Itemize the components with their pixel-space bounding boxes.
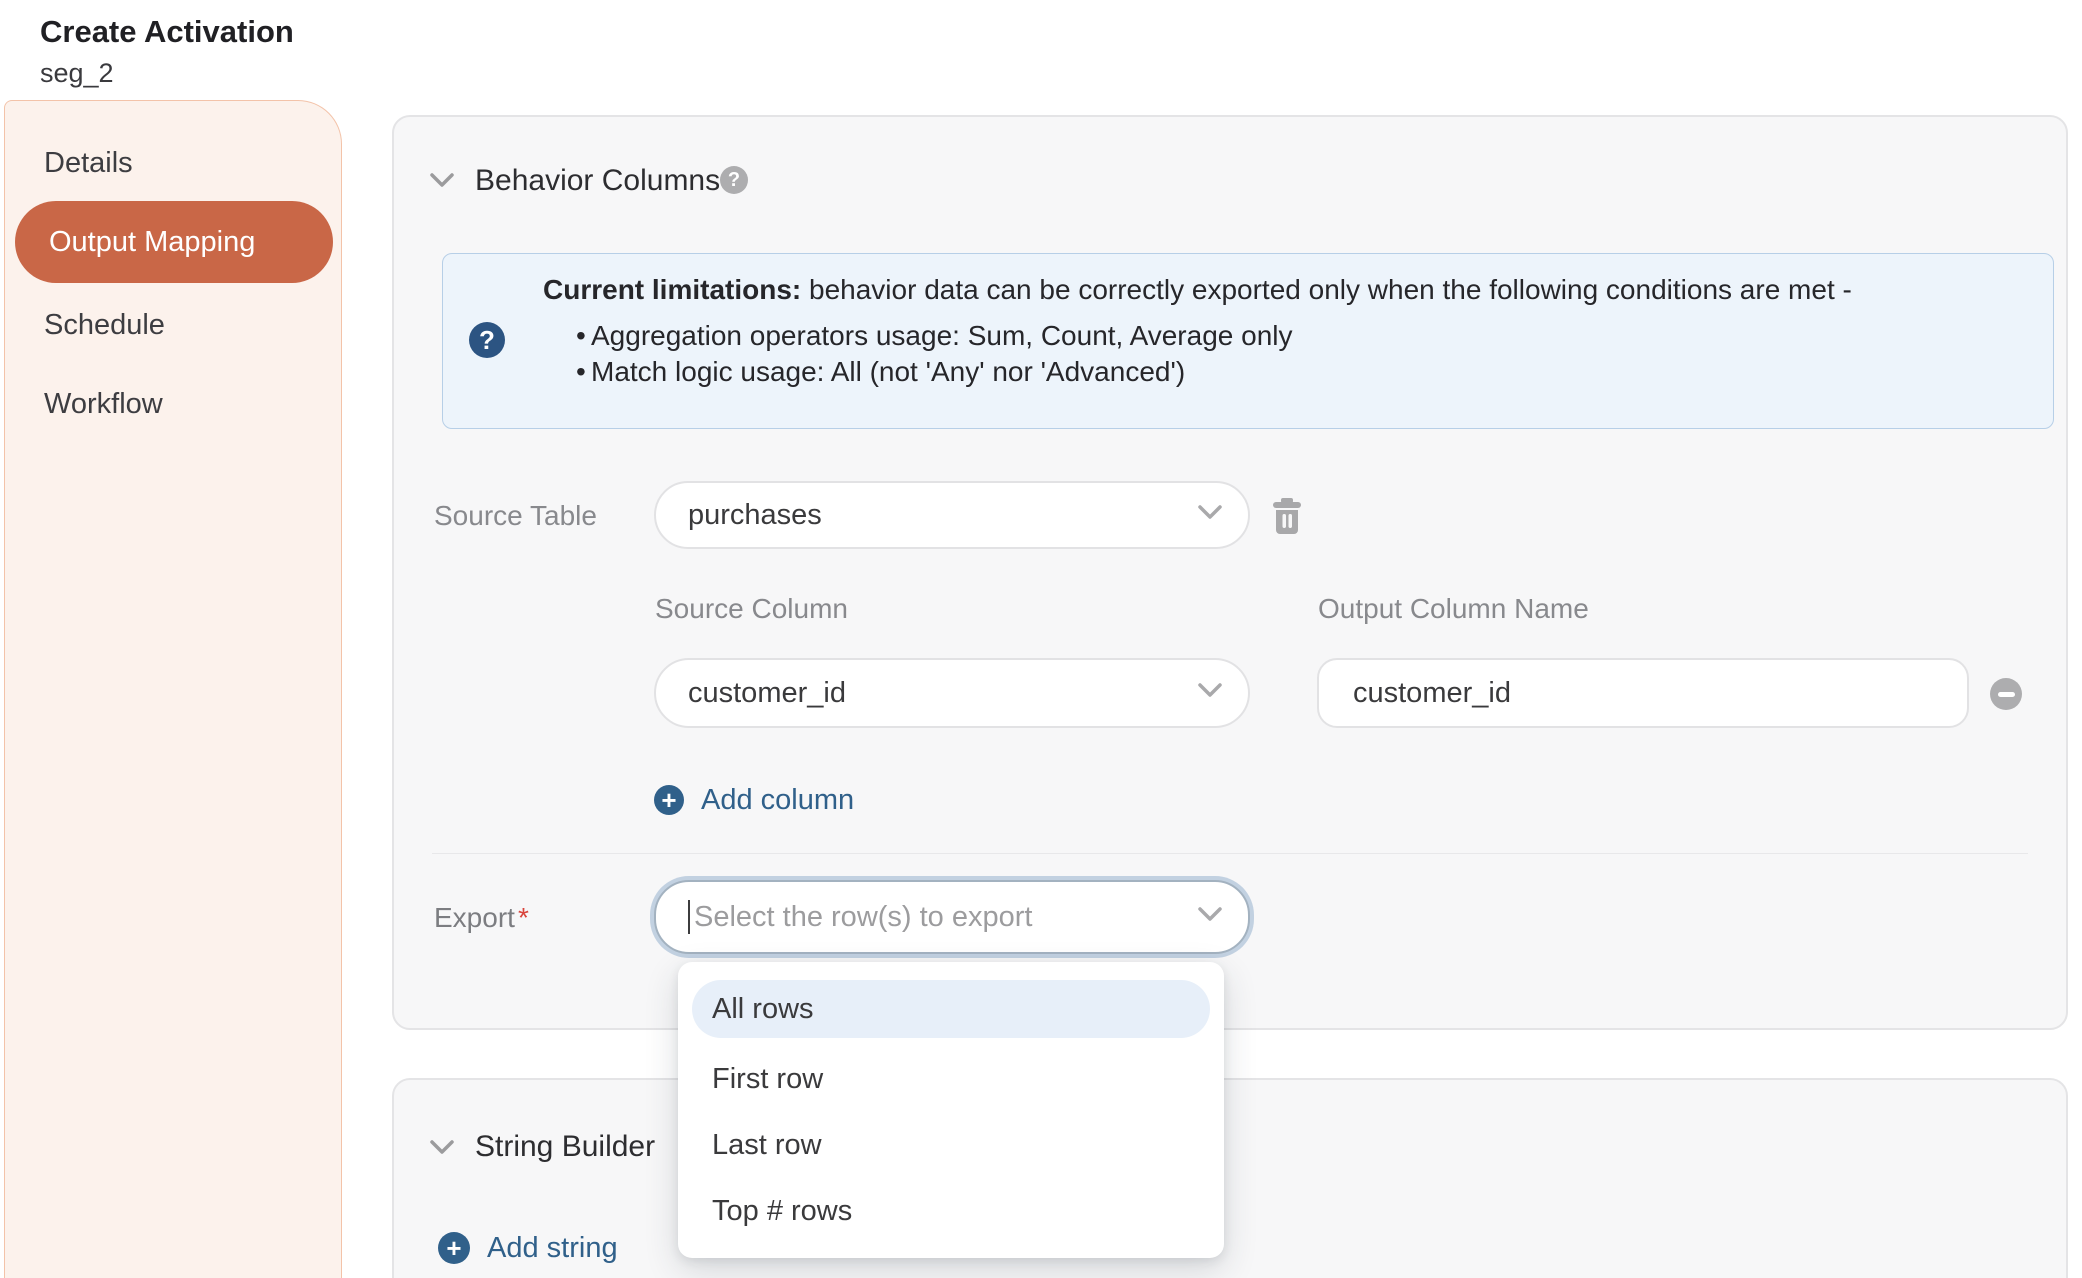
- source-table-label: Source Table: [434, 499, 597, 533]
- export-label-text: Export: [434, 902, 515, 933]
- source-column-select[interactable]: customer_id: [654, 658, 1250, 728]
- output-column-value: customer_id: [1353, 677, 1511, 710]
- chevron-down-icon: [430, 1140, 454, 1155]
- collapse-string-builder-button[interactable]: [430, 1140, 454, 1155]
- sidebar: Details Output Mapping Schedule Workflow: [4, 100, 342, 1278]
- menu-option-first-row[interactable]: First row: [692, 1046, 1210, 1112]
- delete-source-table-button[interactable]: [1272, 498, 1302, 534]
- source-table-value: purchases: [688, 499, 822, 532]
- export-options-menu: All rows First row Last row Top # rows: [678, 962, 1224, 1258]
- question-mark-icon: ?: [469, 322, 505, 358]
- behavior-columns-card: Behavior Columns ? ? Current limitations…: [392, 115, 2068, 1030]
- source-column-value: customer_id: [688, 677, 846, 710]
- plus-icon: +: [654, 785, 684, 815]
- output-column-header: Output Column Name: [1318, 592, 1589, 626]
- add-string-button[interactable]: + Add string: [438, 1231, 618, 1265]
- sidebar-item-label: Output Mapping: [49, 226, 255, 259]
- string-builder-card: String Builder + Add string: [392, 1078, 2068, 1278]
- export-select[interactable]: Select the row(s) to export: [654, 880, 1250, 954]
- export-label: Export*: [434, 901, 529, 935]
- sidebar-item-output-mapping[interactable]: Output Mapping: [15, 201, 333, 283]
- section-divider: [432, 853, 2028, 854]
- limitations-info-box: ? Current limitations: behavior data can…: [442, 253, 2054, 429]
- menu-option-top-rows[interactable]: Top # rows: [692, 1178, 1210, 1244]
- menu-option-last-row[interactable]: Last row: [692, 1112, 1210, 1178]
- limitations-bullet: Match logic usage: All (not 'Any' nor 'A…: [543, 356, 2013, 388]
- sidebar-item-schedule[interactable]: Schedule: [44, 308, 165, 342]
- section-title-string-builder: String Builder: [475, 1129, 655, 1165]
- page-subtitle: seg_2: [40, 58, 114, 89]
- menu-option-all-rows[interactable]: All rows: [692, 980, 1210, 1038]
- limitations-bullet: Aggregation operators usage: Sum, Count,…: [543, 320, 2013, 352]
- sidebar-item-workflow[interactable]: Workflow: [44, 387, 163, 421]
- plus-icon: +: [438, 1232, 470, 1264]
- minus-icon: [1998, 692, 2015, 697]
- add-column-button[interactable]: + Add column: [654, 783, 854, 817]
- limitations-text: Current limitations: behavior data can b…: [543, 274, 2013, 388]
- chevron-down-icon: [430, 173, 454, 188]
- page-title: Create Activation: [40, 14, 294, 50]
- trash-icon: [1272, 521, 1302, 538]
- chevron-down-icon: [1198, 907, 1222, 927]
- limitations-lead-rest: behavior data can be correctly exported …: [801, 274, 1852, 305]
- remove-column-button[interactable]: [1990, 678, 2022, 710]
- help-icon[interactable]: ?: [720, 166, 748, 194]
- output-column-input[interactable]: customer_id: [1317, 658, 1969, 728]
- create-activation-page: Create Activation seg_2 Details Output M…: [0, 0, 2082, 1278]
- collapse-behavior-columns-button[interactable]: [430, 173, 454, 188]
- section-title-behavior-columns: Behavior Columns: [475, 163, 720, 199]
- sidebar-item-details[interactable]: Details: [44, 146, 133, 180]
- source-column-header: Source Column: [655, 592, 848, 626]
- add-column-label: Add column: [701, 783, 854, 817]
- text-cursor: [688, 900, 690, 934]
- chevron-down-icon: [1198, 505, 1222, 525]
- limitations-lead-bold: Current limitations:: [543, 274, 801, 305]
- export-placeholder: Select the row(s) to export: [694, 901, 1032, 934]
- add-string-label: Add string: [487, 1231, 618, 1265]
- chevron-down-icon: [1198, 683, 1222, 703]
- required-asterisk: *: [518, 902, 529, 933]
- source-table-select[interactable]: purchases: [654, 481, 1250, 549]
- limitations-lead: Current limitations: behavior data can b…: [543, 274, 2013, 306]
